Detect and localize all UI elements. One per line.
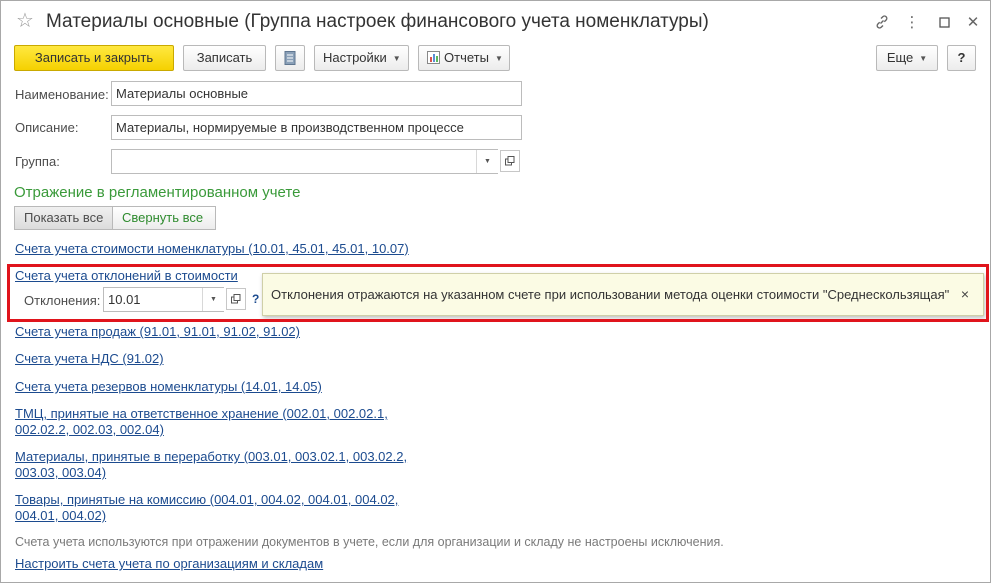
commission-link-line2[interactable]: 004.01, 004.02) [15,507,106,524]
reports-label: Отчеты [444,50,489,65]
maximize-icon[interactable] [931,9,957,35]
more-label: Еще [886,50,914,65]
chevron-down-icon: ▼ [494,53,503,63]
group-dropdown-icon[interactable]: ▼ [476,150,498,173]
group-open-icon[interactable] [500,150,520,172]
settings-label: Настройки [323,50,387,65]
custody-link-line2[interactable]: 002.02.2, 002.03, 002.04) [15,421,164,438]
accounts-note: Счета учета используются при отражении д… [15,535,724,549]
name-input[interactable]: Материалы основные [111,81,522,106]
more-vertical-icon[interactable]: ⋮ [899,9,925,35]
show-all-button[interactable]: Показать все [14,206,113,230]
reports-dropdown-button[interactable]: Отчеты ▼ [418,45,510,71]
section-title: Отражение в регламентированном учете [14,184,301,201]
reserve-accounts-link[interactable]: Счета учета резервов номенклатуры (14.01… [15,378,322,395]
commission-link-line1[interactable]: Товары, принятые на комиссию (004.01, 00… [15,491,398,508]
window-title: Материалы основные (Группа настроек фина… [46,11,709,32]
custody-link-line1[interactable]: ТМЦ, принятые на ответственное хранение … [15,405,388,422]
configure-accounts-link[interactable]: Настроить счета учета по организациям и … [15,555,323,572]
save-button[interactable]: Записать [183,45,266,71]
chevron-down-icon: ▼ [392,53,401,63]
settings-dropdown-button[interactable]: Настройки ▼ [314,45,409,71]
group-input[interactable] [111,149,498,174]
help-button[interactable]: ? [947,45,976,71]
collapse-all-button[interactable]: Свернуть все [112,206,216,230]
cost-accounts-link[interactable]: Счета учета стоимости номенклатуры (10.0… [15,240,409,257]
link-icon[interactable] [869,9,895,35]
sales-accounts-link[interactable]: Счета учета продаж (91.01, 91.01, 91.02,… [15,323,300,340]
processing-link-line1[interactable]: Материалы, принятые в переработку (003.0… [15,448,407,465]
vat-accounts-link[interactable]: Счета учета НДС (91.02) [15,350,164,367]
processing-link-line2[interactable]: 003.03, 003.04) [15,464,106,481]
more-dropdown-button[interactable]: Еще ▼ [876,45,938,71]
favorite-star-icon[interactable]: ☆ [16,9,34,33]
group-label: Группа: [15,154,60,169]
document-list-button[interactable] [275,45,305,71]
highlight-frame [7,264,989,322]
document-list-icon [284,51,296,65]
save-and-close-button[interactable]: Записать и закрыть [14,45,174,71]
name-label: Наименование: [15,87,109,102]
report-icon [427,51,440,64]
chevron-down-icon: ▼ [919,53,928,63]
form-window: ☆ Материалы основные (Группа настроек фи… [0,0,991,583]
close-icon[interactable]: ✕ [960,9,986,35]
description-label: Описание: [15,120,79,135]
description-input[interactable]: Материалы, нормируемые в производственно… [111,115,522,140]
